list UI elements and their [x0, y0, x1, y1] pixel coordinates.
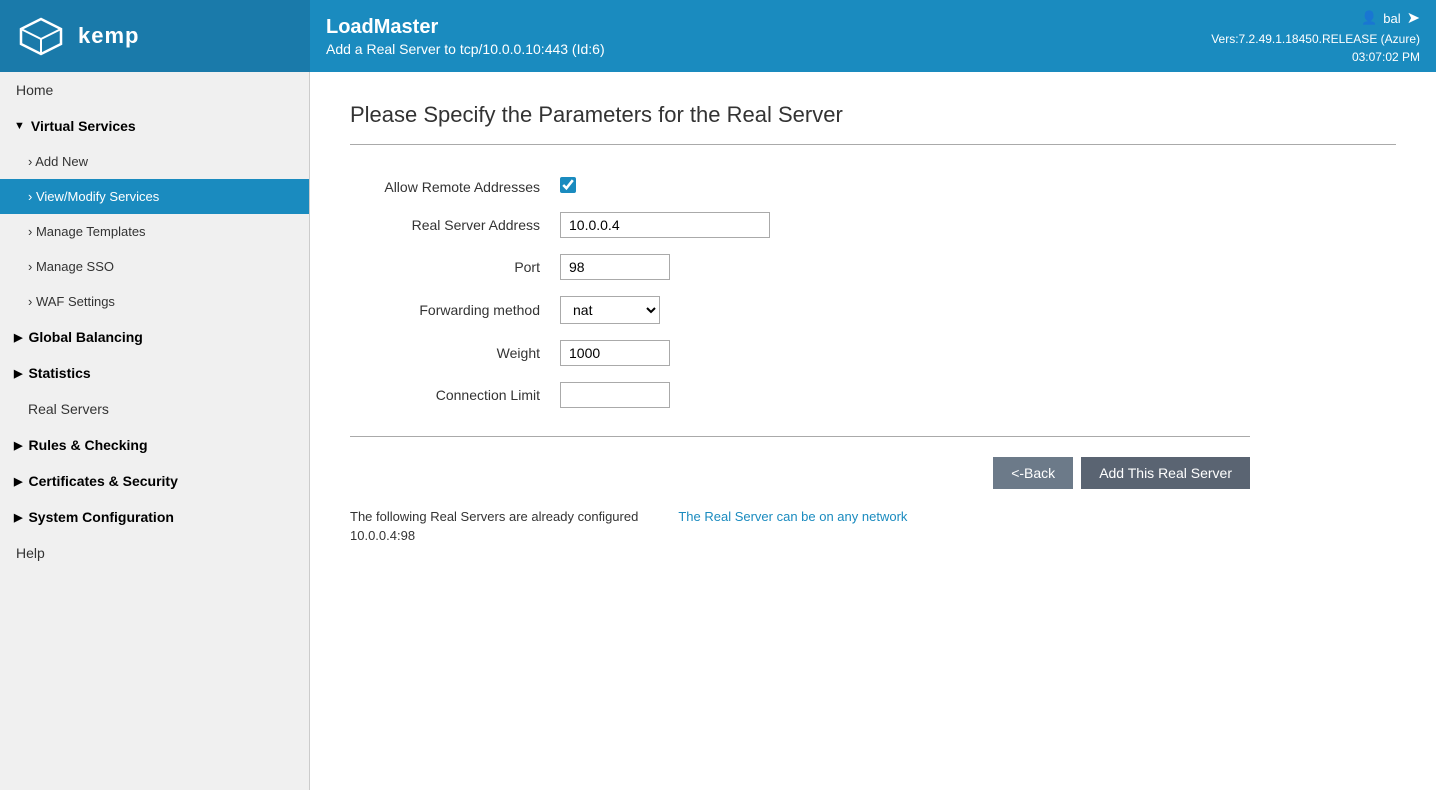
weight-cell: [550, 332, 1250, 374]
chevron-right-icon-stats: ▶: [14, 367, 22, 380]
sidebar-section-certs[interactable]: ▶ Certificates & Security: [0, 463, 309, 499]
sidebar-section-statistics[interactable]: ▶ Statistics: [0, 355, 309, 391]
header-icon-arrow: ➤: [1407, 8, 1420, 28]
sidebar-section-label-stats: Statistics: [28, 365, 90, 381]
user-info: 👤 bal ➤: [1361, 8, 1420, 28]
version-info: Vers:7.2.49.1.18450.RELEASE (Azure): [1211, 32, 1420, 46]
configured-value: 10.0.0.4:98: [350, 528, 638, 543]
form-row-forwarding: Forwarding method nat tunnel route: [350, 288, 1250, 332]
app-title: LoadMaster: [326, 16, 1179, 39]
user-icon: 👤: [1361, 10, 1377, 26]
form-row-address: Real Server Address: [350, 204, 1250, 246]
chevron-right-icon-certs: ▶: [14, 475, 22, 488]
allow-remote-cell: [550, 169, 1250, 204]
page-heading: Please Specify the Parameters for the Re…: [350, 102, 1396, 128]
form-row-port: Port: [350, 246, 1250, 288]
forwarding-method-select[interactable]: nat tunnel route: [560, 296, 660, 324]
form-row-allow-remote: Allow Remote Addresses: [350, 169, 1250, 204]
divider-bottom: [350, 436, 1250, 437]
chevron-down-icon: ▼: [14, 120, 25, 132]
page-subtitle: Add a Real Server to tcp/10.0.0.10:443 (…: [326, 41, 1179, 57]
logo-area: kemp: [0, 0, 310, 72]
port-input[interactable]: [560, 254, 670, 280]
sidebar-section-virtual-services[interactable]: ▼ Virtual Services: [0, 108, 309, 144]
header-main: LoadMaster Add a Real Server to tcp/10.0…: [310, 0, 1195, 72]
sidebar-item-home[interactable]: Home: [0, 72, 309, 108]
chevron-right-icon-system: ▶: [14, 511, 22, 524]
port-label: Port: [350, 246, 550, 288]
real-server-address-input[interactable]: [560, 212, 770, 238]
connection-limit-label: Connection Limit: [350, 374, 550, 416]
sidebar-item-waf-settings[interactable]: WAF Settings: [0, 284, 309, 319]
address-cell: [550, 204, 1250, 246]
forwarding-cell: nat tunnel route: [550, 288, 1250, 332]
sidebar-section-label-certs: Certificates & Security: [28, 473, 177, 489]
allow-remote-checkbox[interactable]: [560, 177, 576, 193]
sidebar-section-global-balancing[interactable]: ▶ Global Balancing: [0, 319, 309, 355]
sidebar-section-rules[interactable]: ▶ Rules & Checking: [0, 427, 309, 463]
sidebar: Home ▼ Virtual Services Add New View/Mod…: [0, 72, 310, 790]
current-time: 03:07:02 PM: [1352, 50, 1420, 64]
form-row-weight: Weight: [350, 332, 1250, 374]
configured-label: The following Real Servers are already c…: [350, 509, 638, 524]
sidebar-item-real-servers[interactable]: Real Servers: [0, 391, 309, 427]
form-row-connection-limit: Connection Limit: [350, 374, 1250, 416]
button-row: <-Back Add This Real Server: [350, 457, 1250, 489]
sidebar-section-label-gb: Global Balancing: [28, 329, 142, 345]
allow-remote-label: Allow Remote Addresses: [350, 169, 550, 204]
sidebar-section-label-system: System Configuration: [28, 509, 173, 525]
weight-label: Weight: [350, 332, 550, 374]
sidebar-item-manage-templates[interactable]: Manage Templates: [0, 214, 309, 249]
sidebar-item-manage-sso[interactable]: Manage SSO: [0, 249, 309, 284]
add-real-server-button[interactable]: Add This Real Server: [1081, 457, 1250, 489]
port-cell: [550, 246, 1250, 288]
brand-name: kemp: [78, 23, 139, 49]
form-table: Allow Remote Addresses Real Server Addre…: [350, 169, 1250, 416]
main-content: Please Specify the Parameters for the Re…: [310, 72, 1436, 790]
connection-limit-input[interactable]: [560, 382, 670, 408]
info-network-note: The Real Server can be on any network: [678, 509, 907, 543]
kemp-logo-icon: [16, 14, 66, 59]
header-right: 👤 bal ➤ Vers:7.2.49.1.18450.RELEASE (Azu…: [1195, 0, 1436, 72]
sidebar-section-label: Virtual Services: [31, 118, 136, 134]
sidebar-item-help[interactable]: Help: [0, 535, 309, 571]
connection-limit-cell: [550, 374, 1250, 416]
forwarding-label: Forwarding method: [350, 288, 550, 332]
info-section: The following Real Servers are already c…: [350, 509, 1396, 543]
username: bal: [1383, 11, 1400, 26]
sidebar-item-view-modify[interactable]: View/Modify Services: [0, 179, 309, 214]
layout: Home ▼ Virtual Services Add New View/Mod…: [0, 72, 1436, 790]
chevron-right-icon: ▶: [14, 331, 22, 344]
sidebar-item-add-new[interactable]: Add New: [0, 144, 309, 179]
header: kemp LoadMaster Add a Real Server to tcp…: [0, 0, 1436, 72]
weight-input[interactable]: [560, 340, 670, 366]
divider-top: [350, 144, 1396, 145]
sidebar-section-label-rules: Rules & Checking: [28, 437, 147, 453]
info-configured: The following Real Servers are already c…: [350, 509, 638, 543]
chevron-right-icon-rules: ▶: [14, 439, 22, 452]
back-button[interactable]: <-Back: [993, 457, 1073, 489]
address-label: Real Server Address: [350, 204, 550, 246]
sidebar-section-system[interactable]: ▶ System Configuration: [0, 499, 309, 535]
